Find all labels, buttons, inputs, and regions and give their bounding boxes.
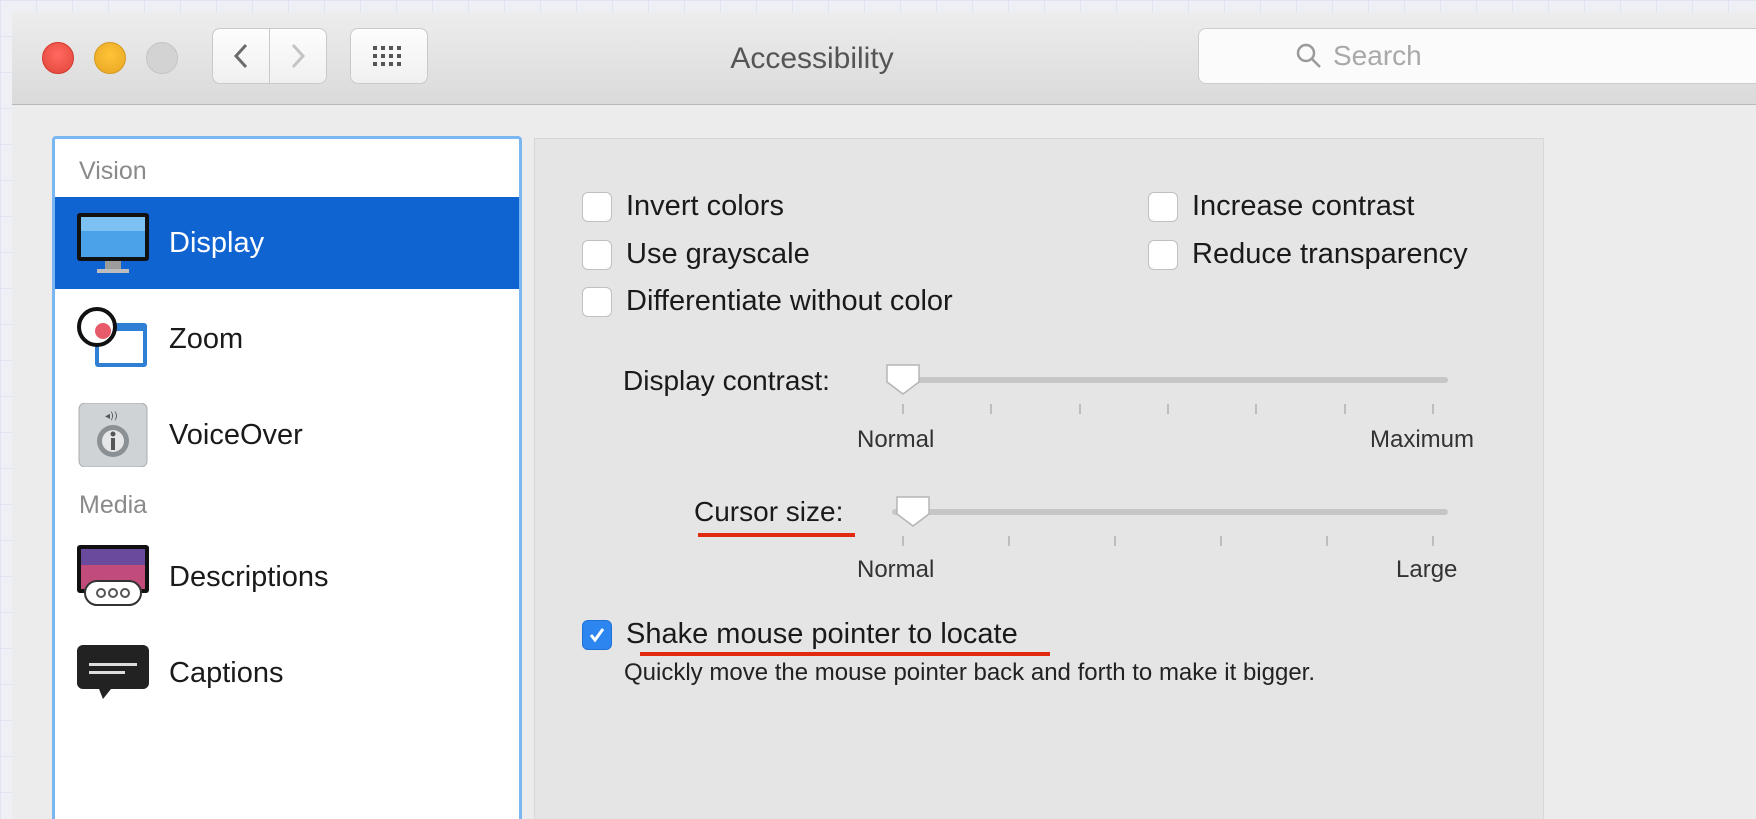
shake-pointer-label: Shake mouse pointer to locate	[626, 618, 1018, 650]
display-contrast-slider-track[interactable]	[892, 377, 1448, 383]
invert-colors-checkbox[interactable]	[582, 191, 612, 222]
chevron-right-icon	[291, 43, 306, 69]
use-grayscale-checkbox[interactable]	[582, 239, 612, 270]
increase-contrast-label: Increase contrast	[1192, 190, 1415, 222]
back-button[interactable]	[212, 28, 270, 84]
sidebar-item-label: VoiceOver	[169, 418, 303, 451]
slider-tick	[1432, 404, 1434, 414]
slider-tick	[1343, 404, 1346, 414]
sidebar-item-zoom[interactable]: Zoom	[55, 293, 519, 385]
sidebar-item-display[interactable]: Display	[55, 197, 519, 289]
slider-tick	[1255, 404, 1258, 414]
invert-colors-label: Invert colors	[626, 190, 784, 222]
differentiate-label: Differentiate without color	[626, 285, 953, 317]
display-contrast-slider-knob[interactable]	[884, 362, 922, 396]
slider-tick	[902, 536, 904, 546]
slider-tick	[1008, 536, 1010, 546]
toolbar: Accessibility Search	[12, 12, 1756, 105]
section-vision: Vision	[79, 157, 147, 185]
increase-contrast-checkbox[interactable]	[1148, 191, 1178, 222]
reduce-transparency-label: Reduce transparency	[1192, 238, 1468, 270]
preferences-window: Accessibility Search Vision Display Zoom…	[12, 12, 1756, 819]
cursor-size-min-label: Normal	[857, 556, 935, 583]
use-grayscale-option[interactable]: Use grayscale	[582, 238, 810, 271]
search-field[interactable]: Search	[1198, 28, 1756, 84]
display-contrast-min-label: Normal	[857, 426, 935, 453]
sidebar-item-voiceover[interactable]: ◂)) VoiceOver	[55, 389, 519, 481]
slider-tick	[1078, 404, 1081, 414]
display-monitor-icon	[77, 213, 149, 273]
sidebar-item-label: Descriptions	[169, 560, 329, 593]
invert-colors-option[interactable]: Invert colors	[582, 190, 784, 223]
cursor-size-label: Cursor size:	[694, 496, 844, 527]
sidebar-item-descriptions[interactable]: Descriptions	[55, 531, 519, 623]
annotation-underline-cursor-size	[698, 533, 855, 537]
cursor-size-max-label: Large	[1396, 556, 1458, 583]
search-placeholder: Search	[1333, 40, 1422, 71]
sidebar: Vision Display Zoom ◂)) VoiceOver Media …	[52, 136, 522, 819]
slider-tick	[1326, 536, 1328, 546]
captions-icon	[77, 645, 149, 699]
section-media: Media	[79, 491, 148, 519]
annotation-underline-shake-pointer	[640, 652, 1050, 656]
shake-pointer-option[interactable]: Shake mouse pointer to locate	[582, 618, 1018, 651]
reduce-transparency-option[interactable]: Reduce transparency	[1148, 238, 1468, 271]
slider-tick	[902, 404, 904, 414]
voiceover-icon: ◂))	[78, 403, 148, 467]
display-contrast-label: Display contrast:	[623, 365, 830, 396]
differentiate-checkbox[interactable]	[582, 286, 612, 317]
window-title: Accessibility	[730, 42, 894, 75]
use-grayscale-label: Use grayscale	[626, 238, 810, 270]
shake-pointer-checkbox[interactable]	[582, 619, 612, 650]
differentiate-option[interactable]: Differentiate without color	[582, 285, 953, 318]
slider-tick	[1220, 536, 1222, 546]
grid-icon	[373, 46, 401, 66]
increase-contrast-option[interactable]: Increase contrast	[1148, 190, 1414, 223]
descriptions-icon	[77, 545, 149, 606]
slider-tick	[1167, 404, 1169, 414]
cursor-size-slider-knob[interactable]	[894, 494, 932, 528]
display-contrast-max-label: Maximum	[1370, 426, 1475, 453]
zoom-magnifier-icon	[77, 307, 147, 367]
chevron-left-icon	[233, 43, 248, 69]
forward-button[interactable]	[269, 28, 327, 84]
sidebar-item-label: Zoom	[169, 322, 244, 355]
checkmark-icon	[589, 627, 605, 642]
reduce-transparency-checkbox[interactable]	[1148, 239, 1178, 270]
svg-text:◂)): ◂))	[105, 411, 118, 422]
slider-tick	[1114, 536, 1116, 546]
slider-tick	[1432, 536, 1434, 546]
minimize-window-button[interactable]	[94, 42, 126, 74]
search-icon	[1296, 43, 1321, 68]
zoom-window-button[interactable]	[146, 42, 178, 74]
sidebar-item-captions[interactable]: Captions	[55, 627, 519, 719]
sidebar-item-label: Display	[169, 226, 265, 259]
show-all-button[interactable]	[350, 28, 428, 84]
cursor-size-slider-track[interactable]	[892, 509, 1448, 515]
shake-pointer-description: Quickly move the mouse pointer back and …	[624, 659, 1316, 686]
slider-tick	[990, 404, 993, 414]
sidebar-item-label: Captions	[169, 656, 284, 689]
close-window-button[interactable]	[42, 42, 74, 74]
